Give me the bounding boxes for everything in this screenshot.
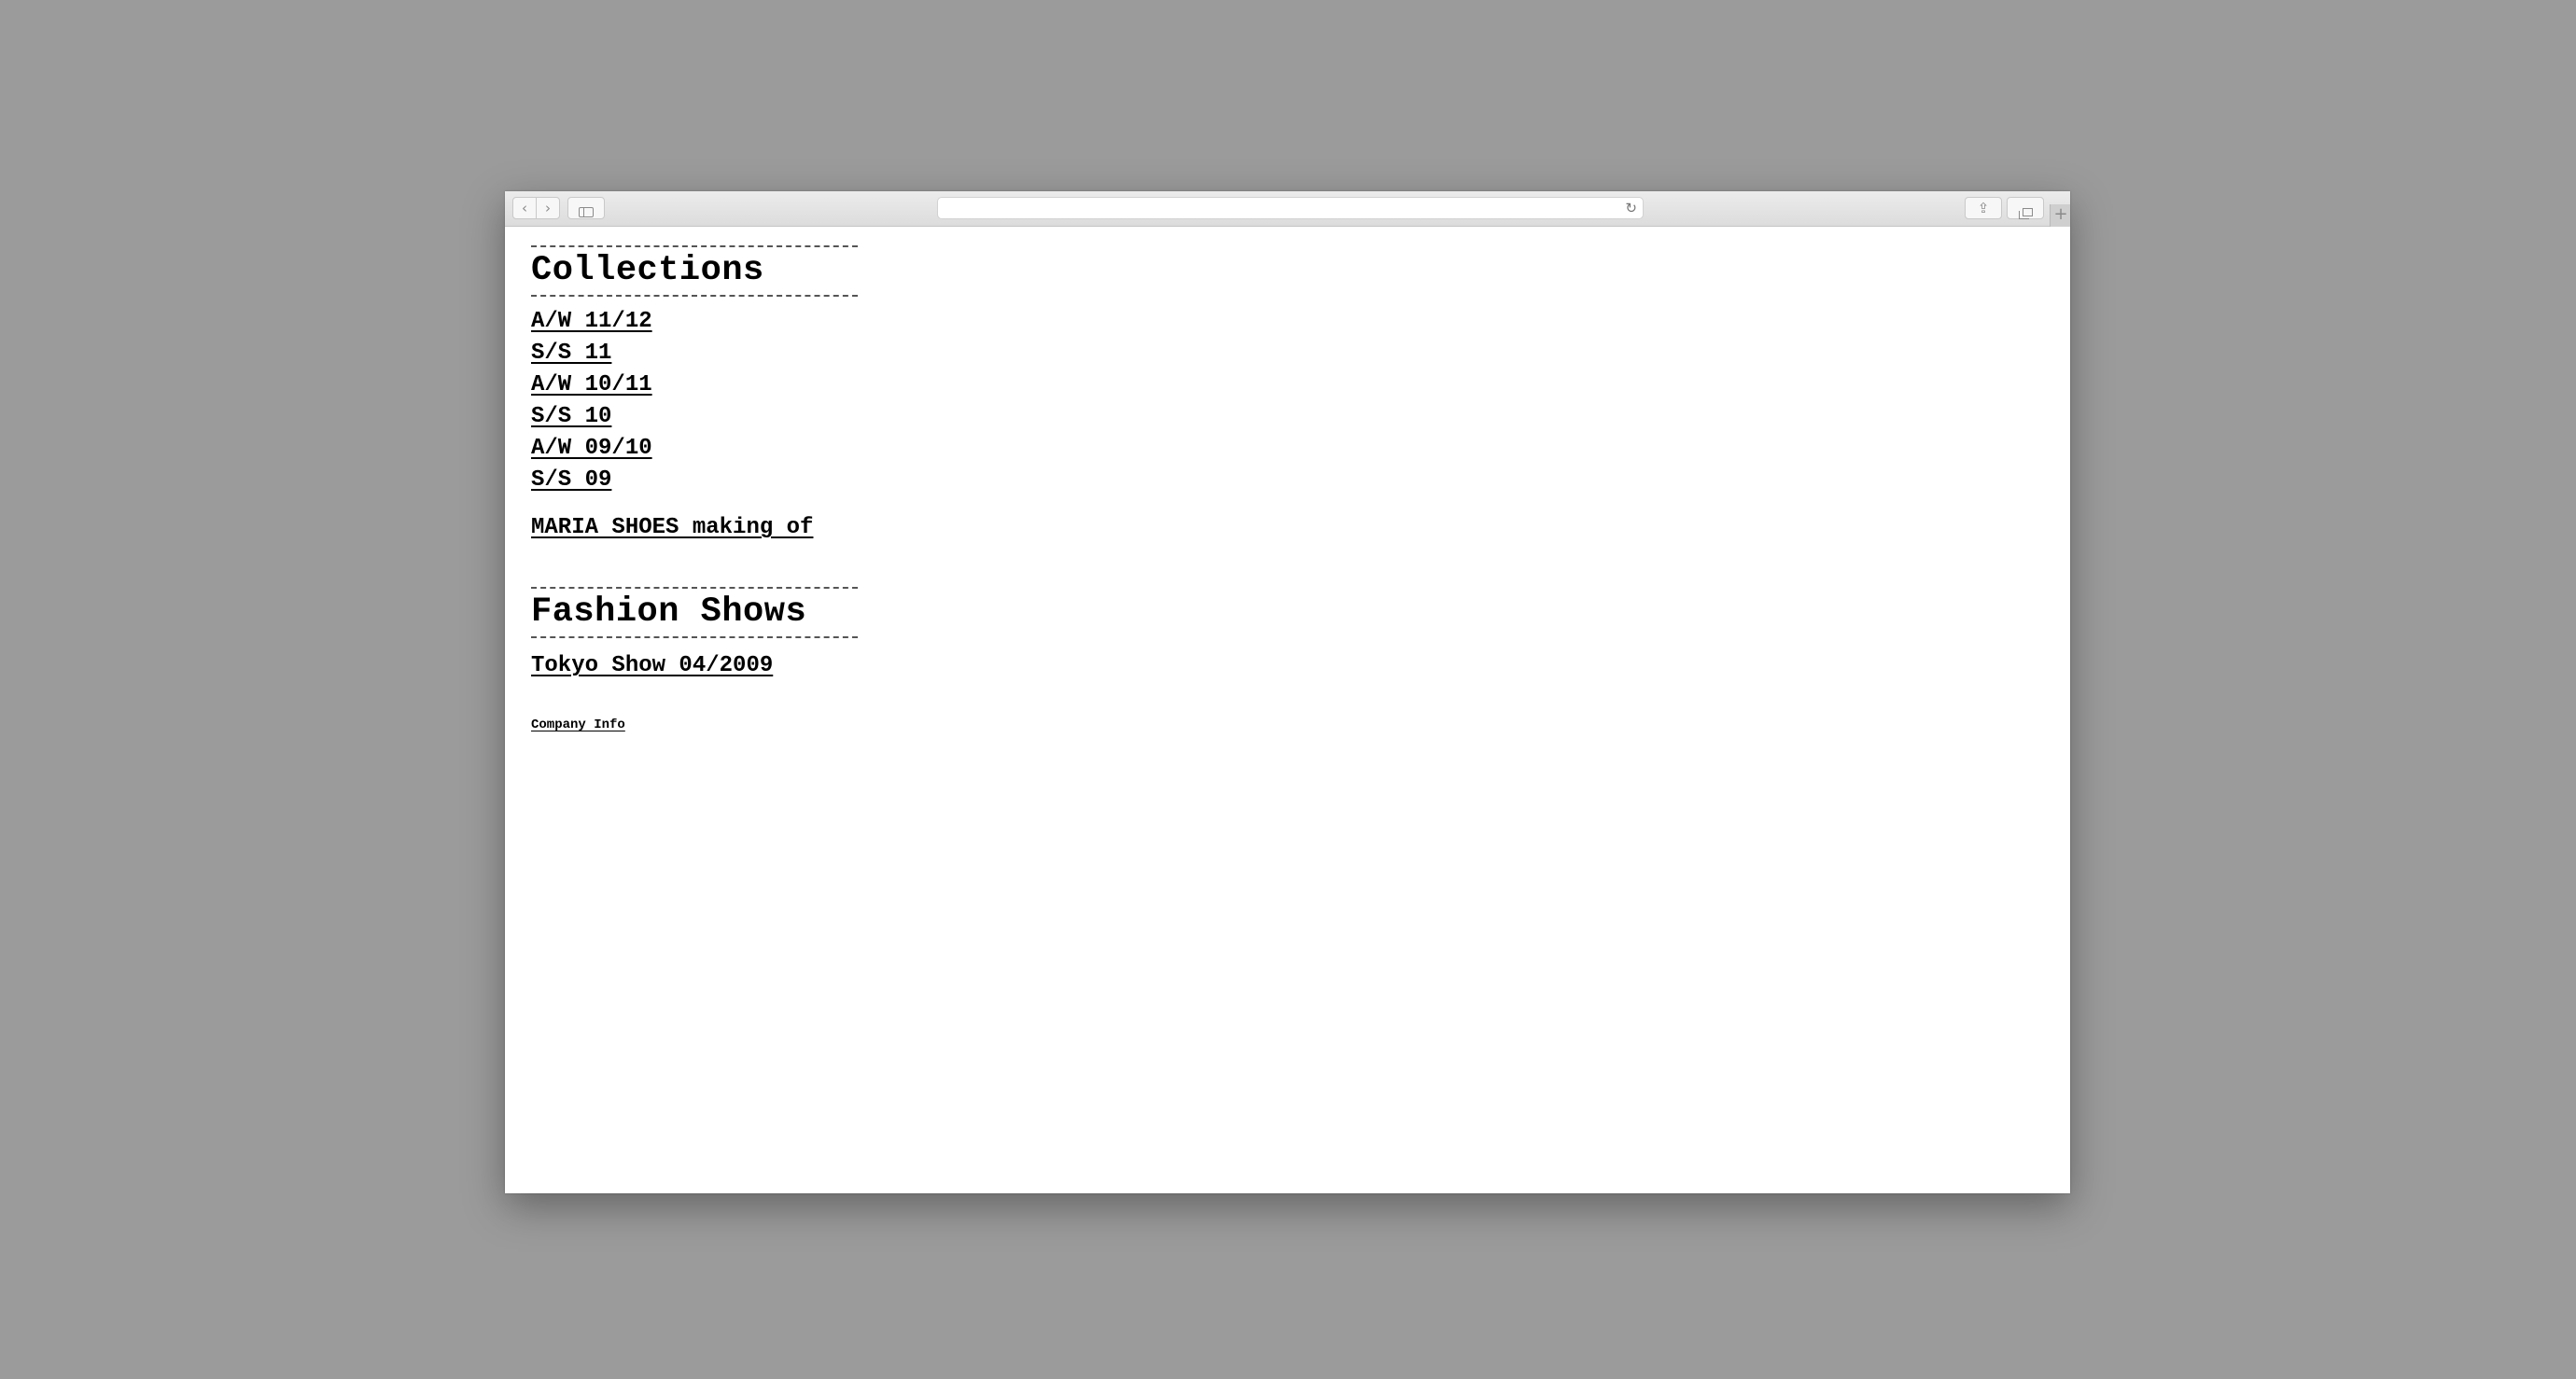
reload-icon[interactable]: ↻ [1625, 199, 1637, 217]
share-button[interactable]: ⇪ [1965, 197, 2002, 219]
new-tab-button[interactable]: + [2050, 204, 2070, 227]
address-bar[interactable]: ↻ [937, 197, 1644, 219]
collection-link-aw-11-12[interactable]: A/W 11/12 [531, 306, 652, 338]
chevron-right-icon: › [545, 200, 551, 216]
sidebar-toggle-button[interactable] [567, 197, 605, 219]
company-info-link[interactable]: Company Info [531, 717, 625, 732]
fashion-show-link-tokyo[interactable]: Tokyo Show 04/2009 [531, 650, 773, 682]
collections-list: A/W 11/12 S/S 11 A/W 10/11 S/S 10 A/W 09… [531, 306, 858, 496]
plus-icon: + [2053, 204, 2068, 224]
browser-toolbar: ‹ › ↻ ⇪ + [505, 191, 2070, 227]
forward-button[interactable]: › [536, 197, 560, 219]
desktop-background: ‹ › ↻ ⇪ + Collections A/W 11/12 S/S 11 A… [0, 0, 2576, 1379]
sidebar-icon [579, 207, 594, 217]
collection-link-ss-11[interactable]: S/S 11 [531, 338, 611, 369]
page-content: Collections A/W 11/12 S/S 11 A/W 10/11 S… [531, 227, 858, 732]
fashion-shows-heading: Fashion Shows [531, 592, 807, 632]
making-of-link[interactable]: MARIA SHOES making of [531, 512, 813, 544]
tab-overview-button[interactable] [2007, 197, 2044, 219]
dashed-divider [531, 295, 858, 297]
tabs-icon [2018, 208, 2033, 219]
back-button[interactable]: ‹ [512, 197, 537, 219]
share-icon: ⇪ [1977, 200, 1990, 216]
chevron-left-icon: ‹ [522, 200, 527, 216]
collection-link-ss-09[interactable]: S/S 09 [531, 465, 611, 496]
collections-heading: Collections [531, 251, 764, 290]
collection-link-ss-10[interactable]: S/S 10 [531, 401, 611, 433]
dashed-divider [531, 245, 858, 247]
collection-link-aw-10-11[interactable]: A/W 10/11 [531, 369, 652, 401]
dashed-divider [531, 587, 858, 589]
collection-link-aw-09-10[interactable]: A/W 09/10 [531, 433, 652, 465]
browser-window: ‹ › ↻ ⇪ + Collections A/W 11/12 S/S 11 A… [505, 191, 2070, 1193]
